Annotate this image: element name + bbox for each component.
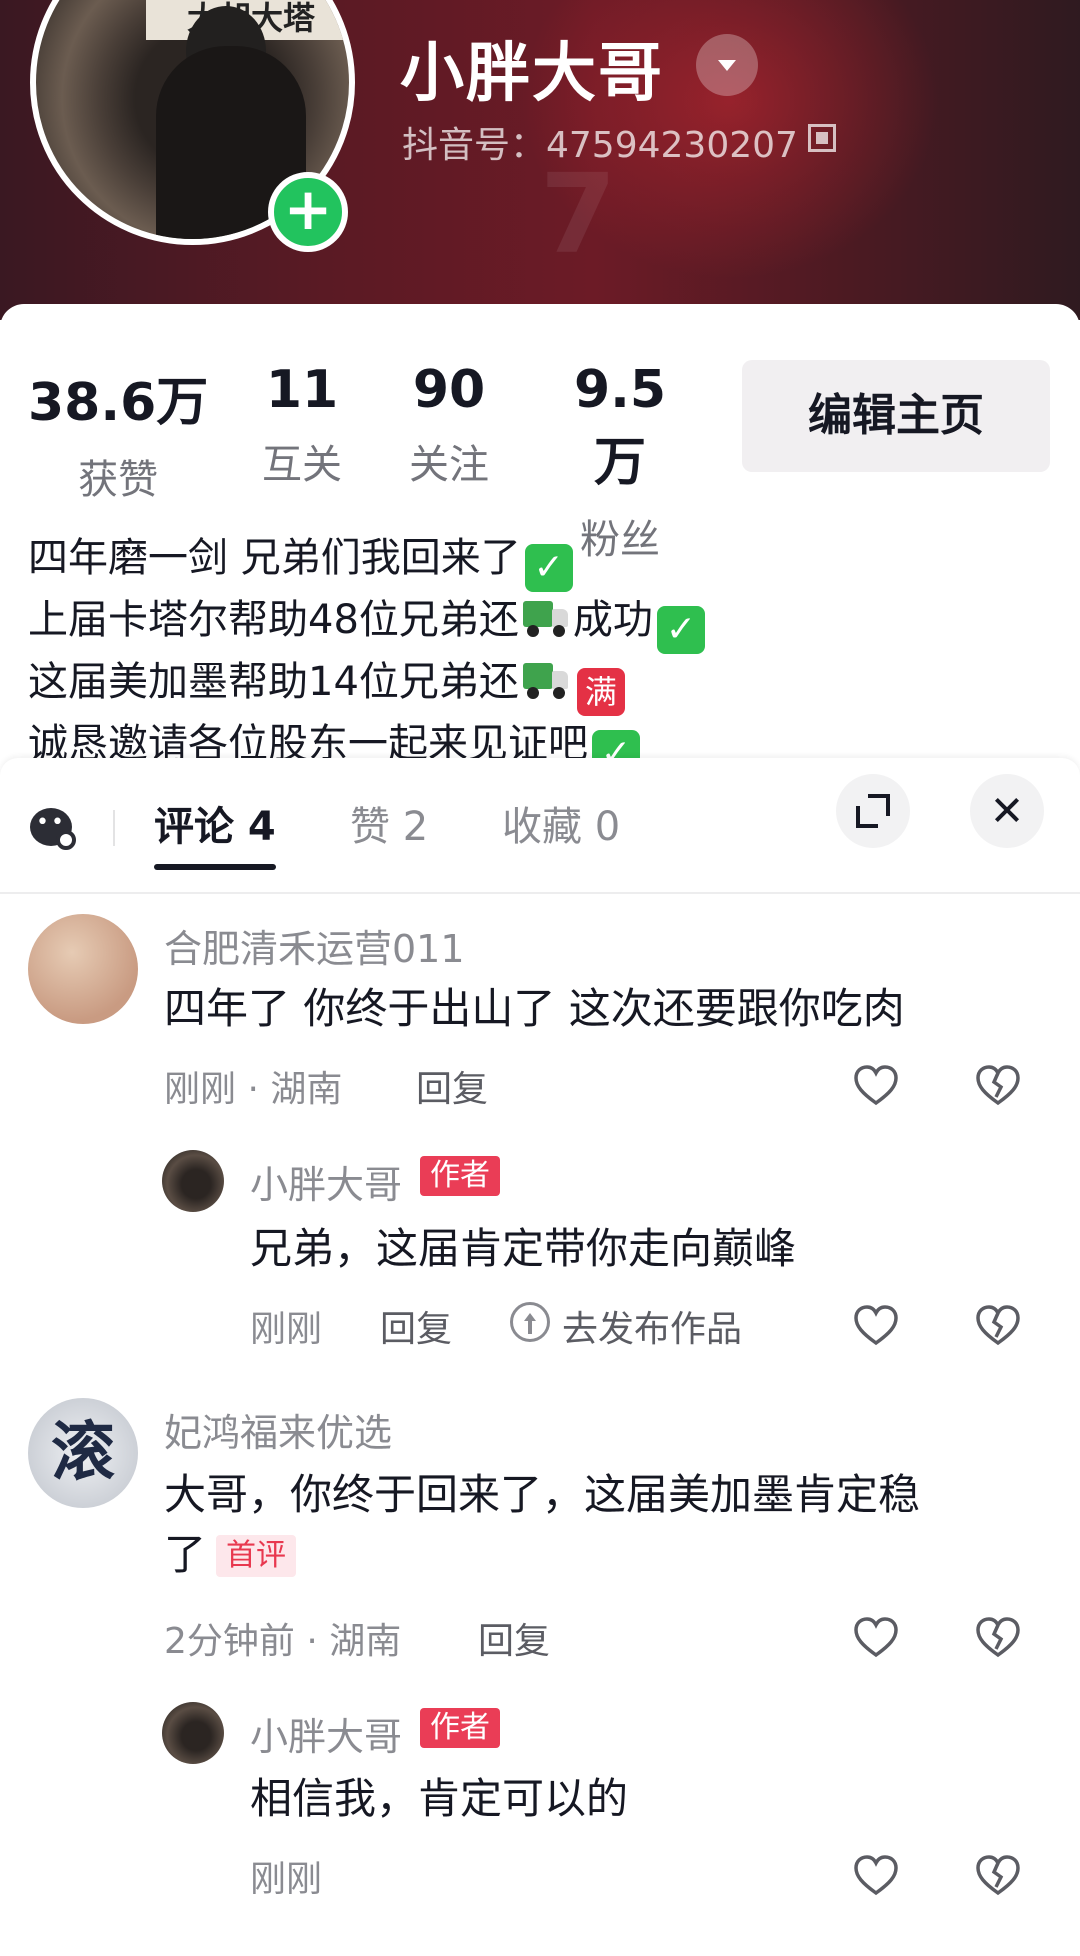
edit-profile-button[interactable]: 编辑主页 xyxy=(742,360,1050,472)
bio-line: 四年磨一剑 兄弟们我回来了 ✓ xyxy=(28,530,1048,592)
tab-likes[interactable]: 赞 2 xyxy=(350,794,428,852)
comment-text: 兄弟，这届肯定带你走向巅峰 xyxy=(250,1224,797,1273)
qr-code-icon[interactable] xyxy=(808,124,836,152)
check-mark-icon: ✓ xyxy=(524,544,573,592)
stat-following[interactable]: 90 关注 xyxy=(404,360,494,490)
comment-text-tail: 了 xyxy=(164,1530,207,1579)
dislike-icon[interactable] xyxy=(974,1062,1022,1110)
comment-text: 四年了 你终于出山了 这次还要跟你吃肉 xyxy=(164,984,905,1033)
truck-icon xyxy=(522,663,569,699)
avatar[interactable]: 滚 xyxy=(28,1398,138,1508)
comment-text: 大哥，你终于回来了，这届美加墨肯定稳 xyxy=(164,1470,921,1519)
stat-value: 9.5万 xyxy=(573,360,667,493)
avatar[interactable] xyxy=(162,1150,224,1212)
tab-favorites[interactable]: 收藏 0 xyxy=(502,794,620,852)
stat-value: 38.6万 xyxy=(28,373,209,433)
expand-icon[interactable] xyxy=(836,774,910,848)
bio-text: 上届卡塔尔帮助48位兄弟还 xyxy=(28,597,519,643)
comment-username[interactable]: 小胖大哥 xyxy=(250,1154,402,1209)
upload-icon[interactable] xyxy=(510,1302,550,1342)
first-comment-badge: 首评 xyxy=(216,1535,297,1577)
profile-name: 小胖大哥 xyxy=(400,37,664,111)
stat-likes[interactable]: 38.6万 获赞 xyxy=(28,360,208,505)
author-badge: 作者 xyxy=(420,1708,500,1748)
bio-text: 四年磨一剑 兄弟们我回来了 xyxy=(28,535,521,581)
stat-value: 11 xyxy=(265,360,339,420)
comment-meta: 2分钟前 · 湖南 xyxy=(164,1621,402,1662)
avatar[interactable] xyxy=(162,1702,224,1764)
profile-banner: 7 大胡大塔 + 小胖大哥 抖音号：47594230207 xyxy=(0,0,1080,320)
publish-work-button[interactable]: 去发布作品 xyxy=(562,1300,742,1352)
dislike-icon[interactable] xyxy=(974,1852,1022,1900)
avatar[interactable] xyxy=(28,914,138,1024)
heart-icon[interactable] xyxy=(852,1302,900,1350)
bio-text: 这届美加墨帮助14位兄弟还 xyxy=(28,659,519,705)
comment-username[interactable]: 小胖大哥 xyxy=(250,1706,402,1761)
stat-label: 关注 xyxy=(409,442,489,488)
heart-icon[interactable] xyxy=(852,1062,900,1110)
stat-value: 90 xyxy=(412,360,486,420)
comment-meta: 刚刚 xyxy=(250,1309,323,1350)
comment-meta: 刚刚 · 湖南 xyxy=(164,1069,343,1110)
chat-settings-icon[interactable] xyxy=(30,808,76,850)
stat-label: 互关 xyxy=(262,442,342,488)
comment-meta: 刚刚 xyxy=(250,1859,323,1900)
tab-comments[interactable]: 评论 4 xyxy=(154,794,276,852)
comment-text: 相信我，肯定可以的 xyxy=(250,1774,629,1823)
comment-username[interactable]: 合肥清禾运营011 xyxy=(164,918,465,973)
chevron-down-icon[interactable] xyxy=(696,34,758,96)
comment-sheet: 评论 4 赞 2 收藏 0 合肥清禾运营011 四年了 你终于出山了 这次还要跟… xyxy=(0,758,1080,1956)
reply-button[interactable]: 回复 xyxy=(416,1060,488,1112)
close-icon[interactable] xyxy=(970,774,1044,848)
heart-icon[interactable] xyxy=(852,1614,900,1662)
douyin-id: 抖音号：47594230207 xyxy=(402,125,798,166)
bio-line: 这届美加墨帮助14位兄弟还 满 xyxy=(28,654,1048,716)
author-badge: 作者 xyxy=(420,1156,500,1196)
dislike-icon[interactable] xyxy=(974,1302,1022,1350)
avatar-glyph: 滚 xyxy=(51,1415,115,1490)
divider xyxy=(113,810,115,846)
check-mark-icon: ✓ xyxy=(656,606,705,654)
banner-jersey-decoration: 7 xyxy=(540,150,617,278)
comment-text-continued: 了首评 xyxy=(164,1526,297,1584)
reply-button[interactable]: 回复 xyxy=(380,1300,452,1352)
divider xyxy=(0,892,1080,894)
profile-bio: 四年磨一剑 兄弟们我回来了 ✓ 上届卡塔尔帮助48位兄弟还 成功 ✓ 这届美加墨帮助1… xyxy=(28,530,1048,778)
stat-mutual[interactable]: 11 互关 xyxy=(262,360,342,490)
active-tab-indicator xyxy=(154,864,276,870)
heart-icon[interactable] xyxy=(852,1852,900,1900)
dislike-icon[interactable] xyxy=(974,1614,1022,1662)
bio-line: 上届卡塔尔帮助48位兄弟还 成功 ✓ xyxy=(28,592,1048,654)
truck-icon xyxy=(522,601,569,637)
stat-label: 获赞 xyxy=(78,457,159,503)
add-plus-icon[interactable]: + xyxy=(268,172,348,252)
full-badge-icon: 满 xyxy=(576,668,625,716)
reply-button[interactable]: 回复 xyxy=(478,1612,550,1664)
comment-username[interactable]: 妃鸿福来优选 xyxy=(164,1402,392,1457)
bio-text: 成功 xyxy=(572,597,653,643)
